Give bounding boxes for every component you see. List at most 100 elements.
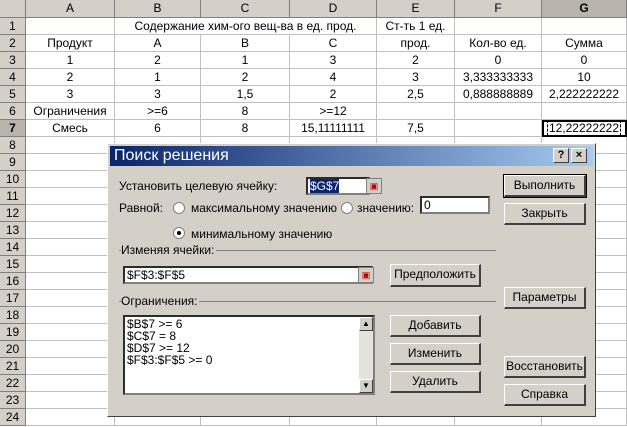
options-button[interactable]: Параметры: [504, 287, 586, 309]
cell-a22[interactable]: [26, 375, 115, 392]
delete-button[interactable]: Удалить: [390, 371, 481, 393]
cell-c7[interactable]: 8: [201, 120, 290, 137]
radio-max[interactable]: [173, 202, 185, 214]
cell-d7[interactable]: 15,11111111: [290, 120, 377, 137]
cell-e2[interactable]: прод.: [377, 35, 455, 52]
column-header-g[interactable]: G: [542, 0, 627, 18]
cell-a19[interactable]: [26, 324, 115, 341]
radio-value[interactable]: [341, 202, 353, 214]
cell-f1[interactable]: [455, 18, 542, 35]
add-button[interactable]: Добавить: [390, 315, 481, 337]
row-header-22[interactable]: 22: [0, 375, 26, 392]
row-header-10[interactable]: 10: [0, 171, 26, 188]
scroll-up-icon[interactable]: ▲: [359, 317, 373, 331]
row-header-2[interactable]: 2: [0, 35, 26, 52]
cell-e5[interactable]: 2,5: [377, 86, 455, 103]
column-header-f[interactable]: F: [455, 0, 542, 18]
close-dialog-button[interactable]: Закрыть: [504, 203, 586, 225]
cell-c5[interactable]: 1,5: [201, 86, 290, 103]
cell-e3[interactable]: 2: [377, 52, 455, 69]
cell-e1[interactable]: Ст-ть 1 ед.: [377, 18, 455, 35]
row-header-1[interactable]: 1: [0, 18, 26, 35]
cell-a1[interactable]: [26, 18, 115, 35]
cell-a21[interactable]: [26, 358, 115, 375]
cell-g2[interactable]: Сумма: [542, 35, 627, 52]
cell-e7[interactable]: 7,5: [377, 120, 455, 137]
reset-button[interactable]: Восстановить: [504, 356, 586, 378]
cell-g4[interactable]: 10: [542, 69, 627, 86]
cell-a16[interactable]: [26, 273, 115, 290]
row-header-3[interactable]: 3: [0, 52, 26, 69]
cell-a23[interactable]: [26, 392, 115, 409]
cell-e6[interactable]: [377, 103, 455, 120]
row-header-14[interactable]: 14: [0, 239, 26, 256]
dialog-titlebar[interactable]: Поиск решения ? ×: [110, 146, 593, 166]
cell-f6[interactable]: [455, 103, 542, 120]
collapse-changing-icon[interactable]: ▣: [358, 267, 374, 283]
scroll-down-icon[interactable]: ▼: [359, 379, 373, 393]
radio-min[interactable]: [173, 227, 185, 239]
cell-a10[interactable]: [26, 171, 115, 188]
row-header-13[interactable]: 13: [0, 222, 26, 239]
row-header-21[interactable]: 21: [0, 358, 26, 375]
cell-g6[interactable]: [542, 103, 627, 120]
row-header-24[interactable]: 24: [0, 409, 26, 426]
cell-a8[interactable]: [26, 137, 115, 154]
row-header-20[interactable]: 20: [0, 341, 26, 358]
cell-a11[interactable]: [26, 188, 115, 205]
column-header-a[interactable]: A: [26, 0, 115, 18]
cell-b5[interactable]: 3: [115, 86, 201, 103]
cell-a3[interactable]: 1: [26, 52, 115, 69]
cell-b1[interactable]: Содержание хим-ого вещ-ва в ед. прод.: [115, 18, 377, 35]
row-header-11[interactable]: 11: [0, 188, 26, 205]
cell-a5[interactable]: 3: [26, 86, 115, 103]
cell-f3[interactable]: 0: [455, 52, 542, 69]
column-header-d[interactable]: D: [290, 0, 377, 18]
column-header-e[interactable]: E: [377, 0, 455, 18]
row-header-4[interactable]: 4: [0, 69, 26, 86]
change-button[interactable]: Изменить: [390, 343, 481, 365]
row-header-9[interactable]: 9: [0, 154, 26, 171]
cell-f2[interactable]: Кол-во ед.: [455, 35, 542, 52]
constraints-listbox[interactable]: $B$7 >= 6 $C$7 = 8 $D$7 >= 12 $F$3:$F$5 >= …: [123, 315, 375, 395]
value-input[interactable]: 0: [420, 196, 490, 214]
cell-g3[interactable]: 0: [542, 52, 627, 69]
solve-button[interactable]: Выполнить: [503, 174, 587, 198]
row-header-5[interactable]: 5: [0, 86, 26, 103]
column-header-b[interactable]: B: [115, 0, 201, 18]
help-button[interactable]: Справка: [504, 384, 586, 406]
cell-g5[interactable]: 2,222222222: [542, 86, 627, 103]
cell-a14[interactable]: [26, 239, 115, 256]
guess-button[interactable]: Предположить: [390, 264, 481, 287]
cell-c3[interactable]: 1: [201, 52, 290, 69]
cell-a13[interactable]: [26, 222, 115, 239]
row-header-18[interactable]: 18: [0, 307, 26, 324]
cell-a12[interactable]: [26, 205, 115, 222]
cell-a20[interactable]: [26, 341, 115, 358]
row-header-6[interactable]: 6: [0, 103, 26, 120]
target-cell-input[interactable]: $G$7: [306, 177, 370, 195]
row-header-7[interactable]: 7: [0, 120, 26, 137]
cell-f4[interactable]: 3,333333333: [455, 69, 542, 86]
cell-b3[interactable]: 2: [115, 52, 201, 69]
cell-b4[interactable]: 1: [115, 69, 201, 86]
cell-c2[interactable]: B: [201, 35, 290, 52]
cell-b6[interactable]: >=6: [115, 103, 201, 120]
cell-d4[interactable]: 4: [290, 69, 377, 86]
cell-a15[interactable]: [26, 256, 115, 273]
row-header-23[interactable]: 23: [0, 392, 26, 409]
close-icon[interactable]: ×: [571, 148, 587, 163]
row-header-8[interactable]: 8: [0, 137, 26, 154]
changing-cells-input[interactable]: $F$3:$F$5: [123, 266, 373, 284]
cell-a6[interactable]: Ограничения: [26, 103, 115, 120]
cell-c6[interactable]: 8: [201, 103, 290, 120]
cell-c4[interactable]: 2: [201, 69, 290, 86]
cell-a7[interactable]: Смесь: [26, 120, 115, 137]
cell-g1[interactable]: [542, 18, 627, 35]
cell-a24[interactable]: [26, 409, 115, 426]
cell-a17[interactable]: [26, 290, 115, 307]
help-icon[interactable]: ?: [553, 148, 569, 163]
cell-f5[interactable]: 0,888888889: [455, 86, 542, 103]
constraint-item[interactable]: $F$3:$F$5 >= 0: [125, 354, 373, 366]
cell-d5[interactable]: 2: [290, 86, 377, 103]
